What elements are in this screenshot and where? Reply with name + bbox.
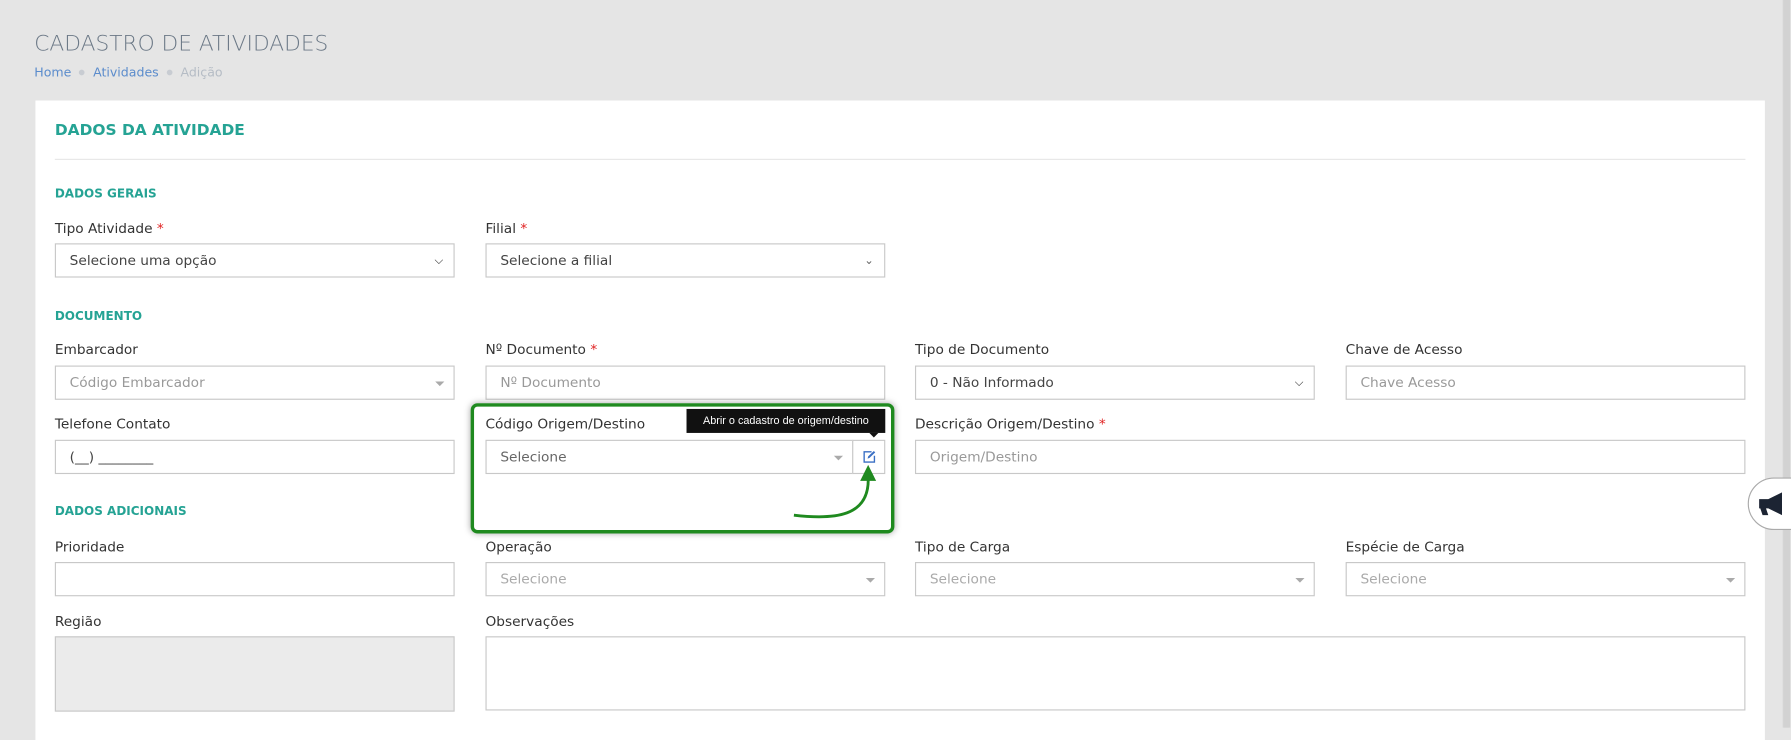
caret-down-icon [1726,578,1736,583]
chevron-down-icon: ⌵ [434,254,444,268]
label-prioridade: Prioridade [54,539,125,556]
observacoes-textarea[interactable] [485,636,1746,711]
regiao-textarea [54,636,455,712]
label-regiao: Região [54,613,102,630]
prioridade-input[interactable] [54,562,455,597]
label-descricao-origem: Descrição Origem/Destino * [914,415,1106,432]
breadcrumb-atividades[interactable]: Atividades [93,65,159,80]
card-title: DADOS DA ATIVIDADE [54,121,245,140]
label-embarcador: Embarcador [54,341,138,358]
n-documento-input[interactable]: Nº Documento [485,365,886,400]
breadcrumb-separator [166,69,173,76]
label-chave-acesso: Chave de Acesso [1345,341,1463,358]
tipo-carga-select[interactable]: Selecione [914,562,1315,597]
scrollbar-thumb[interactable] [1783,0,1790,728]
breadcrumb-home[interactable]: Home [34,65,71,80]
breadcrumb-current: Adição [180,65,223,80]
label-tipo-carga: Tipo de Carga [914,539,1011,556]
tipo-documento-select[interactable]: 0 - Não Informado ⌵ [914,365,1315,400]
label-n-documento: Nº Documento * [485,341,598,358]
label-tipo-atividade: Tipo Atividade * [54,220,164,237]
label-especie-carga: Espécie de Carga [1345,539,1465,556]
operacao-select[interactable]: Selecione [485,562,886,597]
caret-down-icon [435,381,445,387]
section-dados-adicionais: DADOS ADICIONAIS [54,504,187,519]
chave-acesso-input[interactable]: Chave Acesso [1345,365,1746,400]
caret-down-icon [865,578,876,583]
tooltip: Abrir o cadastro de origem/destino [686,408,886,438]
telefone-input[interactable]: (__) ________ [54,439,455,475]
annotation-arrow-icon [793,464,877,519]
breadcrumb: Home Atividades Adição [34,65,222,80]
especie-carga-select[interactable]: Selecione [1345,562,1746,597]
chevron-down-icon: ⌵ [1294,376,1304,390]
descricao-origem-input[interactable]: Origem/Destino [914,439,1746,475]
tipo-atividade-select[interactable]: Selecione uma opção ⌵ [54,243,455,278]
page: CADASTRO DE ATIVIDADES Home Atividades Adi… [0,0,1791,740]
scrollbar[interactable] [1781,0,1791,728]
label-operacao: Operação [485,539,552,556]
section-dados-gerais: DADOS GERAIS [54,187,157,202]
megaphone-icon [1759,492,1782,516]
embarcador-select[interactable]: Código Embarcador [54,365,455,400]
label-telefone: Telefone Contato [54,415,171,432]
label-tipo-documento: Tipo de Documento [914,341,1050,358]
page-title: CADASTRO DE ATIVIDADES [34,30,329,56]
label-filial: Filial * [485,220,528,237]
label-observacoes: Observações [485,613,575,630]
divider [54,158,1746,160]
breadcrumb-separator [79,69,86,76]
filial-select[interactable]: Selecione a filial ⌄ [485,243,886,278]
section-documento: DOCUMENTO [54,309,143,324]
caret-down-icon [1295,578,1305,583]
chevron-down-icon: ⌄ [864,254,874,268]
